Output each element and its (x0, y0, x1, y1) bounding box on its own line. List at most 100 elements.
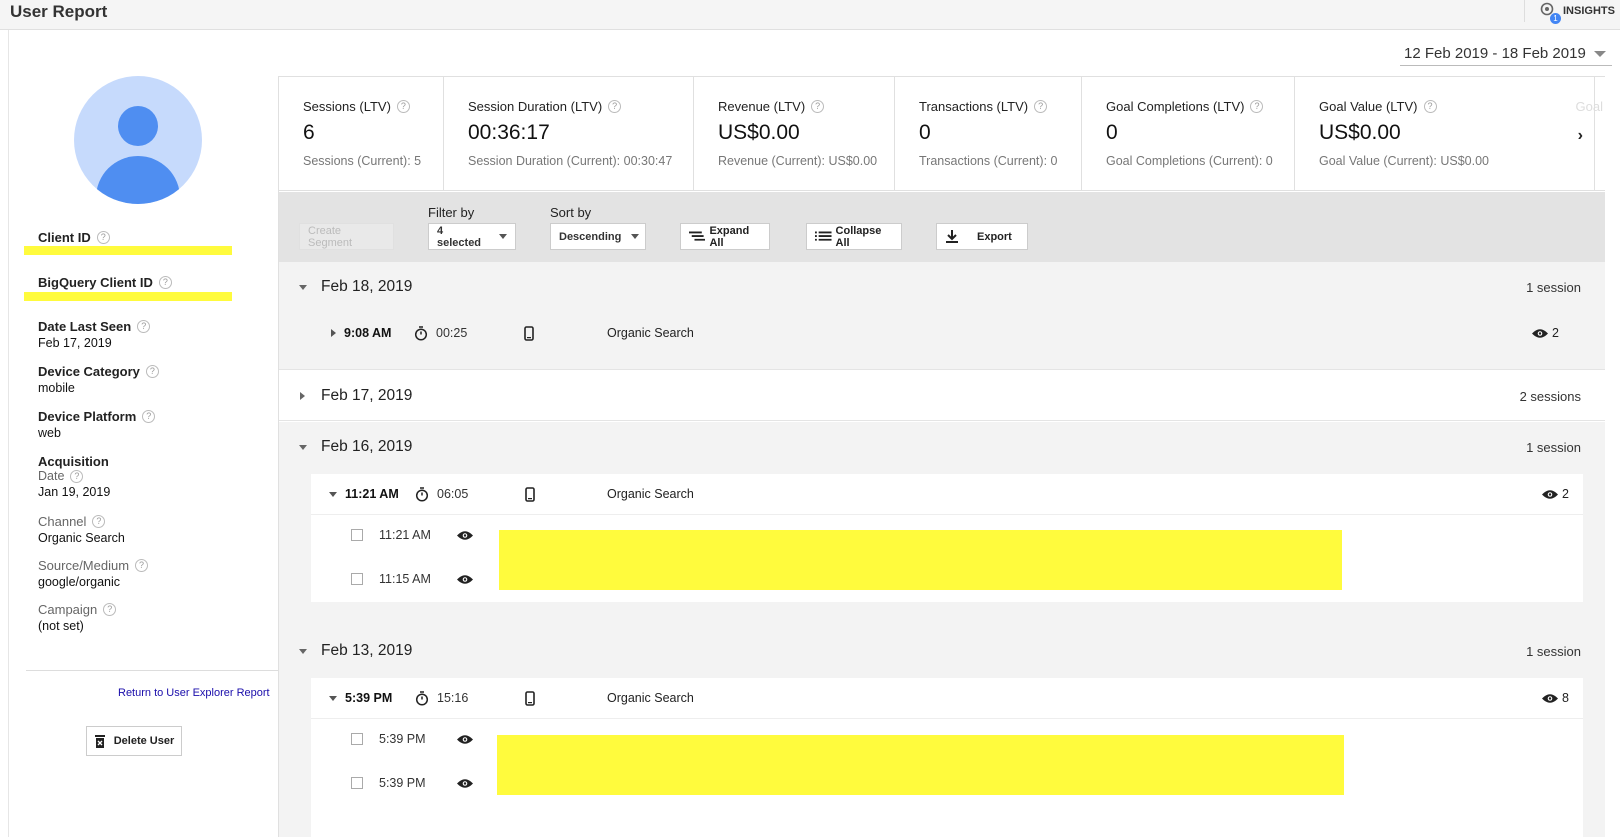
metric-label: Session Duration (LTV) (468, 99, 603, 114)
day-header[interactable]: Feb 13, 2019 1 session (279, 626, 1605, 676)
toolbar: Create Segment Filter by 4 selected Sort… (279, 192, 1605, 262)
help-icon[interactable]: ? (145, 365, 159, 378)
session-time: 9:08 AM (344, 326, 392, 340)
help-icon[interactable]: ? (158, 276, 172, 289)
mobile-phone-icon (525, 486, 535, 502)
chevron-down-icon (499, 234, 507, 239)
insights-button[interactable]: 1 INSIGHTS (1524, 0, 1620, 24)
avatar-head (118, 106, 158, 146)
stopwatch-icon (414, 325, 428, 341)
delete-user-button[interactable]: Delete User (86, 726, 182, 756)
collapse-all-icon (815, 230, 832, 241)
session-time: 5:39 PM (345, 691, 393, 705)
hit-checkbox[interactable] (351, 733, 363, 745)
metric-label: Transactions (LTV) (919, 99, 1029, 114)
collapse-icon (299, 284, 307, 290)
hit-time: 11:21 AM (379, 528, 431, 542)
session-duration: 06:05 (437, 487, 469, 501)
help-icon[interactable]: ? (96, 231, 110, 244)
eye-icon (457, 734, 473, 744)
hit-checkbox[interactable] (351, 529, 363, 541)
metric-value: 00:36:17 (468, 121, 550, 144)
help-icon[interactable]: ? (103, 603, 117, 616)
session-time: 11:21 AM (345, 487, 399, 501)
day-date: Feb 18, 2019 (321, 278, 413, 295)
help-icon[interactable]: ? (137, 320, 151, 333)
help-icon[interactable]: ? (811, 100, 825, 113)
avatar (74, 76, 202, 204)
page-title: User Report (10, 2, 108, 21)
day-group: Feb 17, 2019 2 sessions (279, 371, 1605, 421)
help-icon[interactable]: ? (92, 515, 106, 528)
session-duration: 15:16 (437, 691, 469, 705)
device-platform-field: Device Platform? web (38, 409, 156, 440)
day-session-count: 2 sessions (1519, 388, 1581, 404)
metric-current: Revenue (Current): US$0.00 (718, 154, 878, 168)
campaign-label: Campaign (38, 602, 98, 617)
date-range-picker[interactable]: 12 Feb 2019 - 18 Feb 2019 (1400, 42, 1612, 66)
return-to-user-explorer-link[interactable]: Return to User Explorer Report (118, 687, 270, 699)
hit-time: 11:15 AM (379, 572, 431, 586)
session-pageviews: 2 (1532, 326, 1559, 340)
redacted-bigquery-id (24, 292, 232, 301)
collapse-all-button[interactable]: Collapse All (806, 223, 902, 250)
client-id-field: Client ID? (38, 230, 110, 245)
day-header[interactable]: Feb 17, 2019 2 sessions (279, 371, 1605, 421)
device-platform-value: web (38, 426, 61, 440)
metric-goal-value: Goal Value (LTV)? US$0.00 Goal Value (Cu… (1295, 77, 1595, 191)
session-card: 11:21 AM 06:05 Organic Search 2 11:21 AM… (311, 474, 1583, 602)
eye-icon (1532, 328, 1549, 338)
channel-label: Channel (38, 514, 87, 529)
collapse-icon (299, 444, 307, 450)
help-icon[interactable]: ? (135, 559, 149, 572)
metric-current: Session Duration (Current): 00:30:47 (468, 154, 673, 168)
filter-value: 4 selected (437, 224, 482, 249)
chevron-down-icon (631, 234, 640, 239)
metric-current: Goal Value (Current): US$0.00 (1319, 154, 1489, 168)
chevron-right-icon[interactable]: › (1578, 127, 1583, 145)
acquisition-section: Acquisition Date? Jan 19, 2019 (38, 454, 110, 499)
sort-select[interactable]: Descending (550, 223, 646, 250)
metric-value: US$0.00 (1319, 121, 1401, 144)
help-icon[interactable]: ? (1034, 100, 1048, 113)
redacted-page-urls (499, 530, 1342, 590)
hit-checkbox[interactable] (351, 777, 363, 789)
expand-all-label: Expand All (709, 224, 750, 249)
collapse-icon (299, 648, 307, 654)
expand-icon (300, 392, 305, 400)
hit-time: 5:39 PM (379, 776, 426, 790)
device-category-field: Device Category? mobile (38, 364, 159, 395)
session-row[interactable]: 5:39 PM 15:16 Organic Search 8 (311, 678, 1583, 718)
stopwatch-icon (415, 486, 429, 502)
acquisition-date-value: Jan 19, 2019 (38, 485, 111, 499)
session-pageviews: 2 (1542, 487, 1569, 501)
day-group: Feb 16, 2019 1 session 11:21 AM 06:05 Or… (279, 422, 1605, 626)
collapse-all-label: Collapse All (835, 224, 882, 249)
hit-checkbox[interactable] (351, 573, 363, 585)
filter-select[interactable]: 4 selected (428, 223, 516, 250)
day-header[interactable]: Feb 18, 2019 1 session (279, 262, 1605, 312)
main-panel: Sessions (LTV)? 6 Sessions (Current): 5 … (278, 76, 1605, 838)
session-row[interactable]: 11:21 AM 06:05 Organic Search 2 (311, 474, 1583, 514)
help-icon[interactable]: ? (142, 410, 156, 423)
help-icon[interactable]: ? (1423, 100, 1437, 113)
expand-icon (331, 329, 336, 337)
client-id-label: Client ID (38, 230, 91, 245)
day-group: Feb 18, 2019 1 session 9:08 AM 00:25 Org… (279, 262, 1605, 370)
export-button[interactable]: Export (936, 223, 1028, 250)
day-group: Feb 13, 2019 1 session 5:39 PM 15:16 Org… (279, 626, 1605, 838)
help-icon[interactable]: ? (1250, 100, 1264, 113)
day-header[interactable]: Feb 16, 2019 1 session (279, 422, 1605, 472)
help-icon[interactable]: ? (70, 469, 84, 483)
delete-user-label: Delete User (113, 735, 175, 747)
create-segment-button[interactable]: Create Segment (299, 223, 394, 250)
filter-by-label: Filter by (428, 205, 475, 220)
help-icon[interactable]: ? (608, 100, 622, 113)
expand-all-button[interactable]: Expand All (680, 223, 770, 250)
metric-current: Goal Completions (Current): 0 (1106, 154, 1273, 168)
date-last-seen-field: Date Last Seen? Feb 17, 2019 (38, 319, 151, 350)
session-row[interactable]: 9:08 AM 00:25 Organic Search 2 (279, 313, 1605, 353)
metric-transactions: Transactions (LTV)? 0 Transactions (Curr… (895, 77, 1082, 191)
help-icon[interactable]: ? (396, 100, 410, 113)
top-bar: User Report 1 INSIGHTS (0, 0, 1620, 30)
